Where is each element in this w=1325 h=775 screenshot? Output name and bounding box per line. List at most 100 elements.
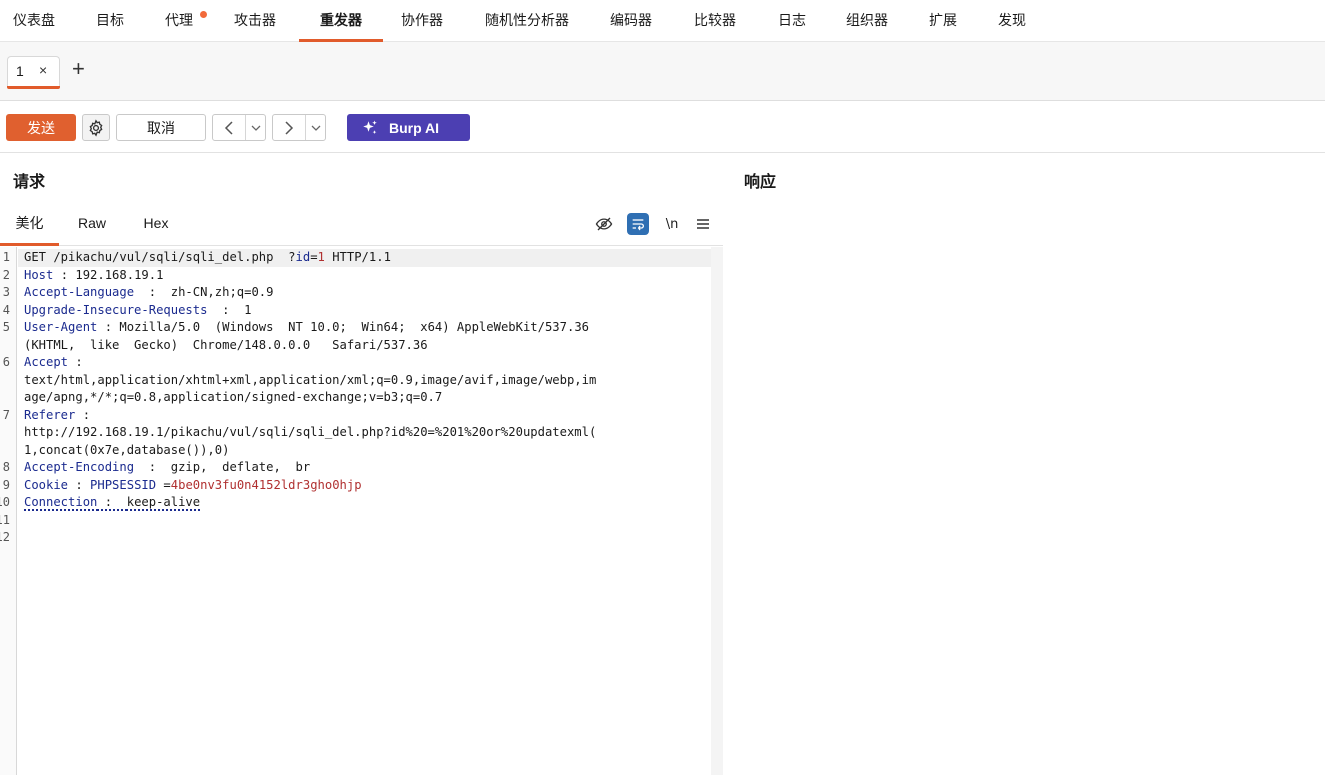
code-line: 1,concat(0x7e,database()),0) [24, 442, 229, 460]
tab-sequencer[interactable]: 随机性分析器 [477, 0, 577, 41]
code-line: Accept : [24, 354, 83, 372]
tab-repeater[interactable]: 重发器 [299, 0, 383, 42]
warning-underline: Connection : keep-alive [24, 495, 200, 509]
code-line: http://192.168.19.1/pikachu/vul/sqli/sql… [24, 424, 596, 442]
header-value: 1,concat(0x7e,database()),0) [24, 442, 230, 457]
tab-logger[interactable]: 日志 [768, 0, 816, 41]
repeater-tab-label: 1 [16, 63, 24, 79]
tab-dashboard[interactable]: 仪表盘 [0, 0, 68, 41]
add-tab-icon[interactable]: + [72, 58, 85, 80]
wrap-lines-icon [632, 219, 644, 231]
request-view-tabs: 美化 Raw Hex \n [0, 202, 723, 246]
line-number-gutter: 123456789101112 [0, 247, 17, 775]
history-forward-button[interactable] [273, 115, 306, 140]
header-value: Mozilla/5.0 (Windows NT 10.0; Win64; x64… [119, 320, 589, 334]
header-name: Upgrade-Insecure-Requests [24, 302, 208, 317]
header-value: keep-alive [126, 495, 201, 509]
line-number: 3 [2, 285, 10, 299]
header-value: = [156, 477, 171, 492]
line-number: 7 [2, 407, 10, 422]
line-number: 4 [2, 302, 10, 317]
code-line: Cookie : PHPSESSID =4be0nv3fu0n4152ldr3g… [24, 477, 362, 495]
code-line: Accept-Encoding : gzip, deflate, br [24, 459, 310, 477]
line-number: 6 [2, 355, 10, 369]
history-back-button[interactable] [213, 115, 246, 140]
hide-nonprintable-button[interactable] [593, 213, 615, 235]
send-button[interactable]: 发送 [6, 114, 76, 141]
header-value: http://192.168.19.1/pikachu/vul/sqli/sql… [24, 425, 597, 439]
editor-scrollbar[interactable] [711, 247, 723, 775]
tab-hex[interactable]: Hex [133, 202, 179, 245]
code-line: GET /pikachu/vul/sqli/sqli_del.php ?id=1… [24, 249, 391, 267]
header-value: GET /pikachu/vul/sqli/sqli_del.php [24, 250, 289, 264]
settings-button[interactable] [82, 114, 110, 141]
burp-ai-label: Burp AI [389, 119, 440, 136]
header-name: Referer [24, 407, 76, 422]
header-value: age/apng,*/*;q=0.8,application/signed-ex… [24, 390, 443, 404]
header-name: Accept [24, 355, 69, 369]
header-value: : [53, 267, 76, 282]
header-name: Connection [24, 495, 98, 509]
code-line: Connection : keep-alive [24, 494, 200, 512]
code-line: Referer : [24, 407, 90, 425]
newline-toggle-button[interactable]: \n [661, 213, 683, 235]
chevron-left-icon [224, 120, 233, 135]
tab-intruder[interactable]: 攻击器 [224, 0, 286, 41]
code-line: text/html,application/xhtml+xml,applicat… [24, 372, 596, 390]
line-number: 11 [0, 512, 10, 527]
header-value: (KHTML, like Gecko) Chrome/148.0.0.0 Saf… [24, 337, 428, 352]
top-nav: 仪表盘 目标 代理 攻击器 重发器 协作器 随机性分析器 编码器 比较器 日志 … [0, 0, 1325, 42]
request-title: 请求 [13, 174, 46, 191]
newline-toggle-label: \n [665, 216, 679, 232]
response-title: 响应 [744, 174, 777, 191]
header-value: zh-CN,zh;q=0.9 [170, 285, 274, 299]
history-back-dropdown[interactable] [246, 115, 265, 140]
param-value: 1 [317, 250, 325, 264]
sparkle-icon [363, 120, 377, 134]
tab-target[interactable]: 目标 [86, 0, 134, 41]
chevron-down-icon [251, 125, 260, 131]
header-value: HTTP/1.1 [324, 250, 391, 264]
burp-ai-button[interactable]: Burp AI [347, 114, 470, 141]
close-icon[interactable]: × [39, 62, 47, 78]
menu-button[interactable] [692, 213, 714, 235]
tab-collaborator[interactable]: 协作器 [391, 0, 453, 41]
code-line: age/apng,*/*;q=0.8,application/signed-ex… [24, 389, 442, 407]
header-value: : [97, 495, 127, 509]
code-line: Upgrade-Insecure-Requests : 1 [24, 302, 251, 320]
code-line: (KHTML, like Gecko) Chrome/148.0.0.0 Saf… [24, 337, 428, 355]
header-value: : [97, 320, 120, 334]
header-value: : [68, 477, 91, 492]
line-number: 10 [0, 495, 10, 509]
tab-pretty[interactable]: 美化 [0, 202, 59, 246]
gear-icon [89, 118, 103, 137]
header-value: : [68, 355, 83, 369]
eye-off-icon [595, 217, 613, 231]
tab-decoder[interactable]: 编码器 [600, 0, 662, 41]
header-value: : [134, 285, 171, 299]
tab-discover[interactable]: 发现 [988, 0, 1036, 41]
tab-comparer[interactable]: 比较器 [684, 0, 746, 41]
word-wrap-button[interactable] [627, 213, 649, 235]
line-number: 2 [2, 267, 10, 282]
proxy-notification-dot [200, 11, 207, 18]
tab-organizer[interactable]: 组织器 [836, 0, 898, 41]
repeater-subtabs: 1 × + [0, 42, 1325, 101]
cancel-button[interactable]: 取消 [116, 114, 206, 141]
tab-proxy[interactable]: 代理 [153, 0, 205, 41]
code-line: User-Agent : Mozilla/5.0 (Windows NT 10.… [24, 319, 589, 337]
line-number: 8 [2, 460, 10, 474]
chevron-right-icon [285, 120, 294, 135]
chevron-down-icon [311, 125, 320, 131]
header-value: = [310, 250, 318, 264]
request-editor[interactable]: 123456789101112 GET /pikachu/vul/sqli/sq… [0, 247, 723, 775]
header-name: Cookie [24, 477, 69, 492]
tab-raw[interactable]: Raw [68, 202, 116, 245]
code-line: Accept-Language : zh-CN,zh;q=0.9 [24, 284, 273, 302]
tab-extensions[interactable]: 扩展 [919, 0, 967, 41]
header-name: id [295, 250, 311, 264]
history-forward-dropdown[interactable] [306, 115, 325, 140]
line-number: 9 [2, 477, 10, 492]
header-name: User-Agent [24, 320, 98, 334]
repeater-tab-1[interactable]: 1 × [7, 56, 60, 89]
